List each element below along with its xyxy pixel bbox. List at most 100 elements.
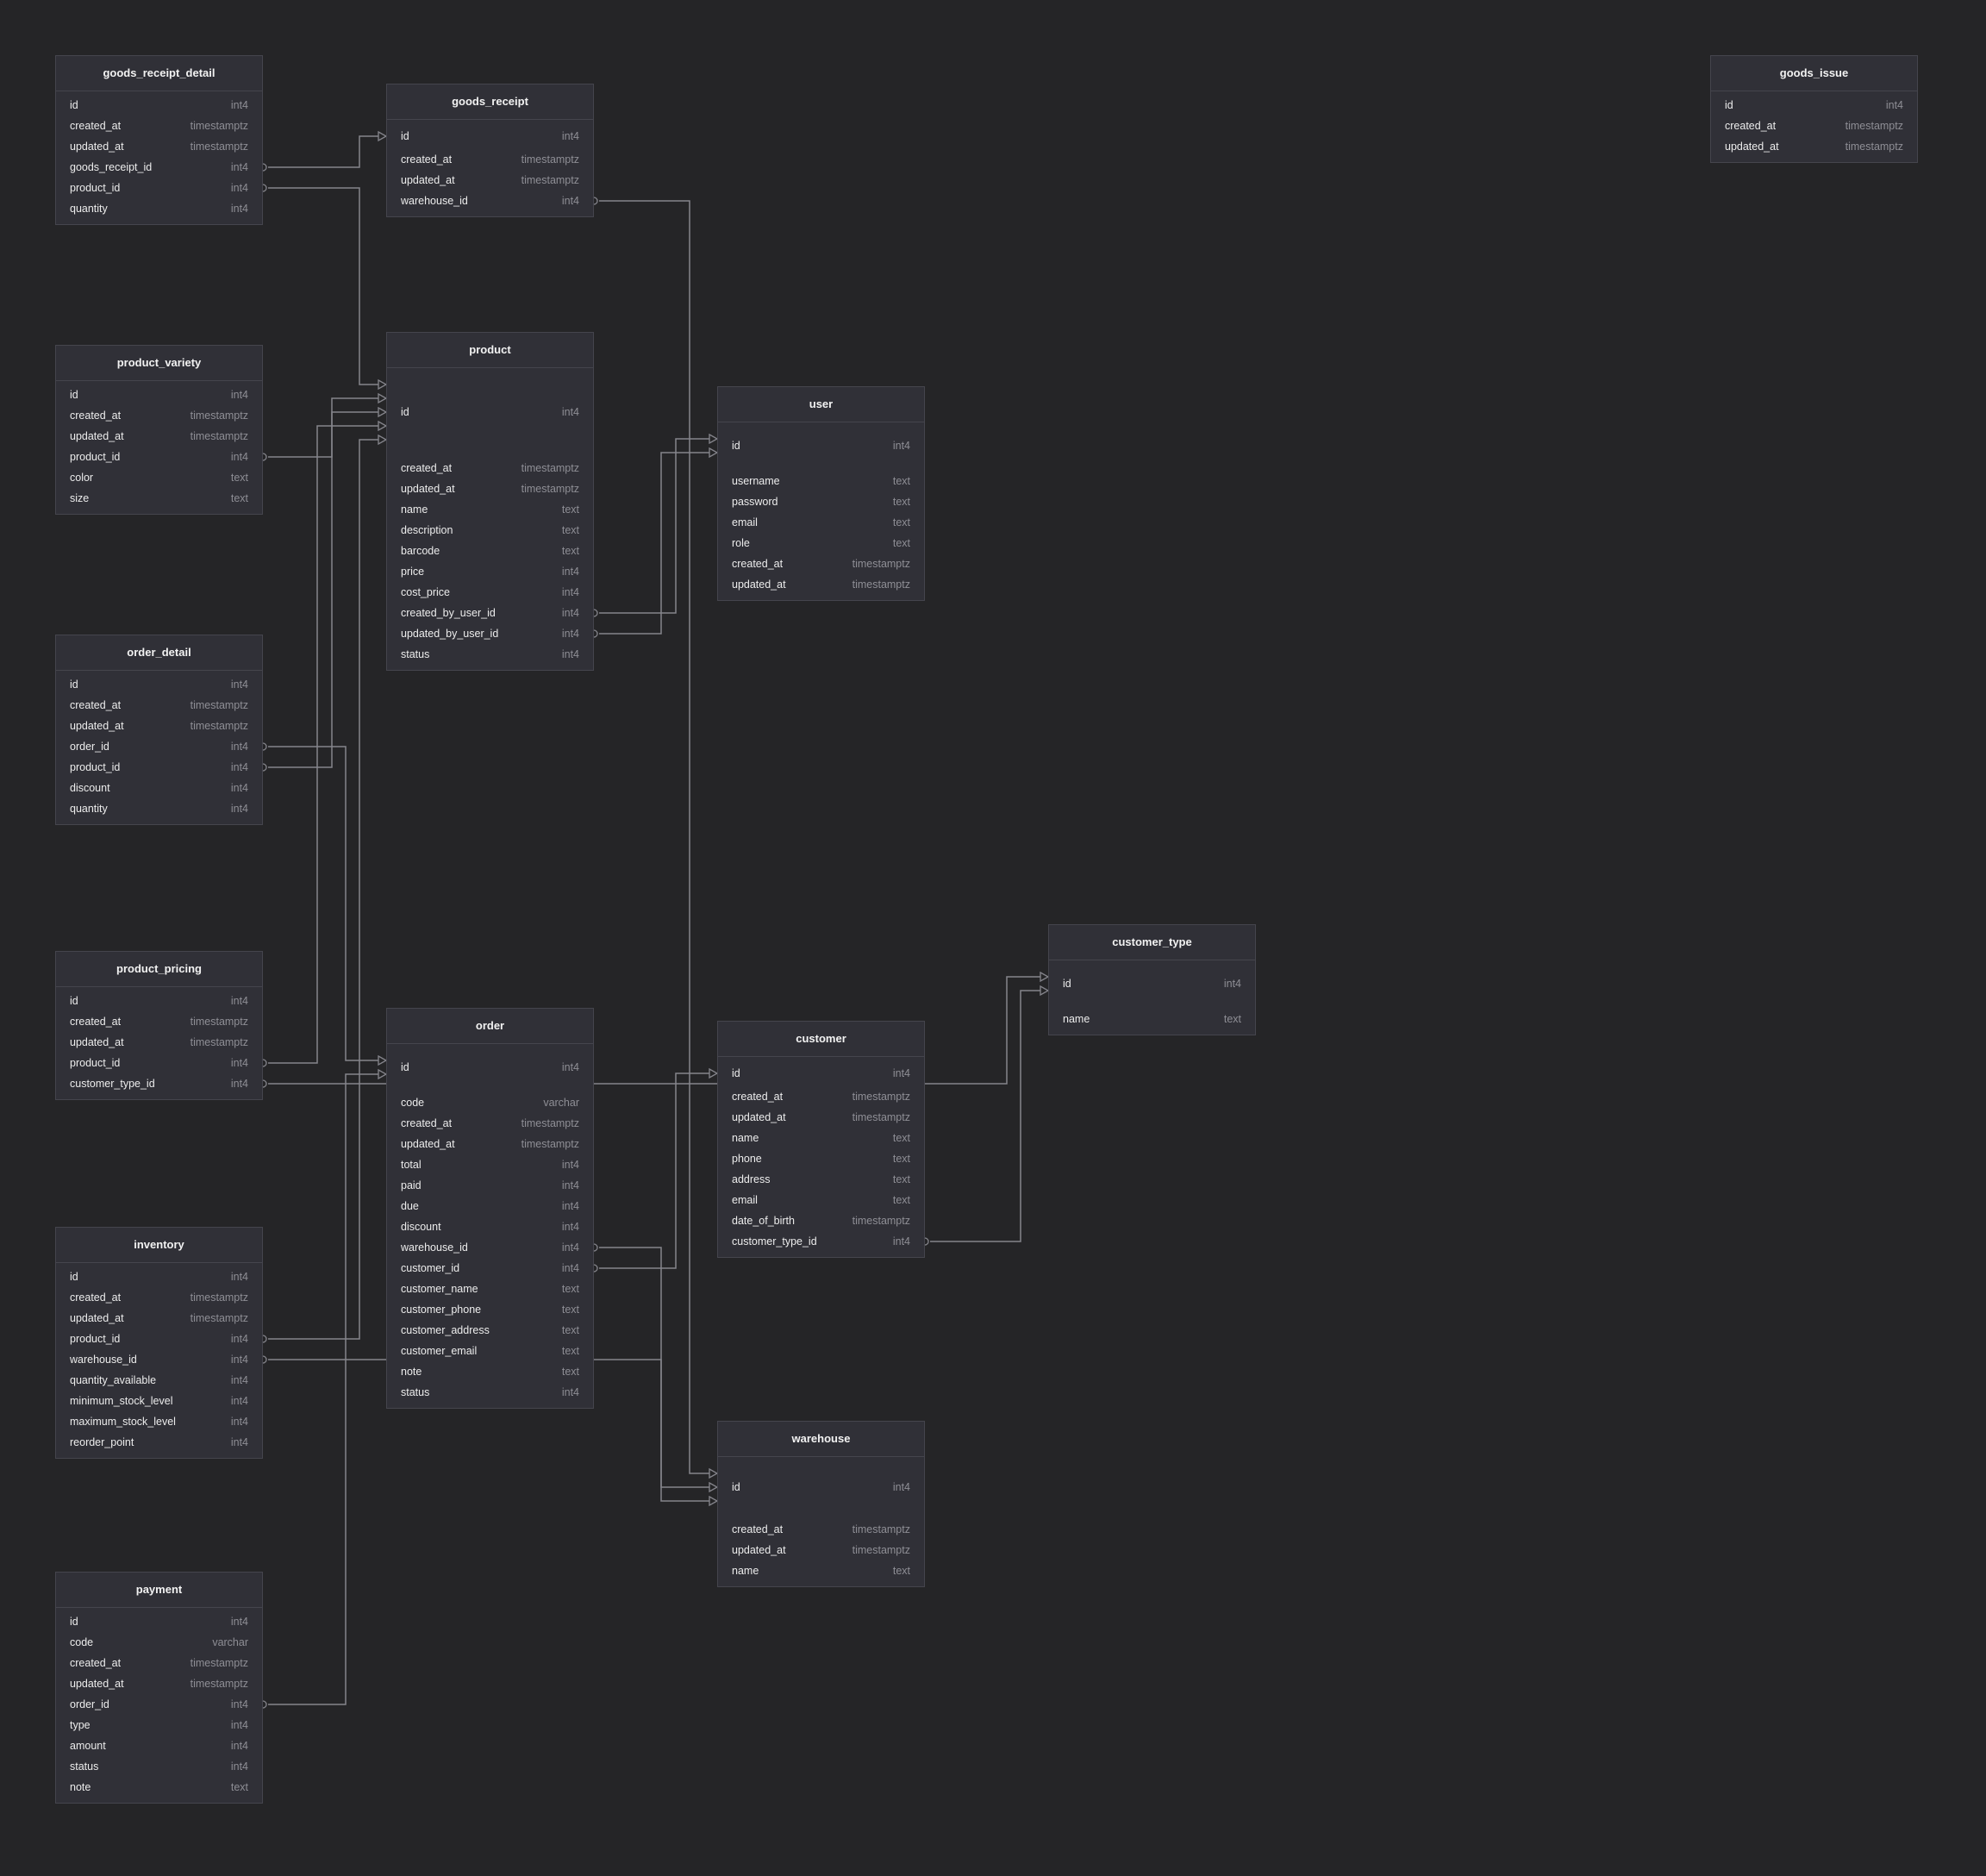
column-row[interactable]: updated_at timestamptz bbox=[56, 136, 262, 157]
column-row[interactable]: id int4 bbox=[56, 95, 262, 116]
column-row[interactable]: status int4 bbox=[56, 1756, 262, 1777]
column-row[interactable]: created_at timestamptz bbox=[387, 458, 593, 478]
column-row[interactable]: created_at timestamptz bbox=[56, 1653, 262, 1673]
column-row[interactable]: customer_email text bbox=[387, 1341, 593, 1361]
column-row[interactable]: created_at timestamptz bbox=[387, 149, 593, 170]
column-row[interactable]: discount int4 bbox=[387, 1216, 593, 1237]
table-user[interactable]: user id int4 username text password text email t… bbox=[717, 386, 925, 601]
column-row[interactable]: created_at timestamptz bbox=[718, 1519, 924, 1540]
column-row[interactable]: updated_at timestamptz bbox=[56, 1032, 262, 1053]
column-row[interactable]: id int4 bbox=[718, 1060, 924, 1086]
column-row[interactable]: reorder_point int4 bbox=[56, 1432, 262, 1453]
relation-product-created-by-user-id[interactable] bbox=[593, 433, 719, 617]
column-row[interactable]: address text bbox=[718, 1169, 924, 1190]
column-row[interactable]: customer_phone text bbox=[387, 1299, 593, 1320]
relation-goods-receipt-detail-goods-receipt-id[interactable] bbox=[262, 130, 388, 172]
column-row[interactable]: id int4 bbox=[56, 1611, 262, 1632]
column-row[interactable]: id int4 bbox=[387, 372, 593, 453]
column-row[interactable]: updated_at timestamptz bbox=[387, 1134, 593, 1154]
column-row[interactable]: id int4 bbox=[1049, 964, 1255, 1004]
column-row[interactable]: updated_by_user_id int4 bbox=[387, 623, 593, 644]
column-row[interactable]: name text bbox=[718, 1128, 924, 1148]
column-row[interactable]: amount int4 bbox=[56, 1735, 262, 1756]
column-row[interactable]: id int4 bbox=[56, 991, 262, 1011]
relation-product-variety-product-id[interactable] bbox=[262, 392, 388, 461]
column-row[interactable]: paid int4 bbox=[387, 1175, 593, 1196]
table-payment[interactable]: payment id int4 code varchar created_at timest… bbox=[55, 1572, 263, 1804]
column-row[interactable]: updated_at timestamptz bbox=[1711, 136, 1917, 157]
column-row[interactable]: id int4 bbox=[387, 123, 593, 149]
column-row[interactable]: created_at timestamptz bbox=[56, 405, 262, 426]
column-row[interactable]: name text bbox=[718, 1560, 924, 1581]
column-row[interactable]: warehouse_id int4 bbox=[387, 1237, 593, 1258]
relation-product-updated-by-user-id[interactable] bbox=[593, 447, 719, 638]
column-row[interactable]: date_of_birth timestamptz bbox=[718, 1210, 924, 1231]
table-customer[interactable]: customer id int4 created_at timestamptz updat… bbox=[717, 1021, 925, 1258]
column-row[interactable]: note text bbox=[56, 1777, 262, 1798]
table-customer-type[interactable]: customer_type id int4 name text bbox=[1048, 924, 1256, 1035]
table-product-pricing[interactable]: product_pricing id int4 created_at timestamp… bbox=[55, 951, 263, 1100]
relation-payment-order-id[interactable] bbox=[262, 1068, 388, 1709]
relation-goods-receipt-warehouse-id[interactable] bbox=[593, 197, 719, 1479]
column-row[interactable]: size text bbox=[56, 488, 262, 509]
column-row[interactable]: code varchar bbox=[387, 1092, 593, 1113]
column-row[interactable]: id int4 bbox=[56, 674, 262, 695]
column-row[interactable]: created_at timestamptz bbox=[56, 1287, 262, 1308]
column-row[interactable]: quantity int4 bbox=[56, 198, 262, 219]
column-row[interactable]: code varchar bbox=[56, 1632, 262, 1653]
column-row[interactable]: created_at timestamptz bbox=[56, 1011, 262, 1032]
column-row[interactable]: status int4 bbox=[387, 644, 593, 665]
table-order-detail[interactable]: order_detail id int4 created_at timestamptz u… bbox=[55, 635, 263, 825]
column-row[interactable]: updated_at timestamptz bbox=[56, 426, 262, 447]
column-row[interactable]: updated_at timestamptz bbox=[718, 1107, 924, 1128]
column-row[interactable]: updated_at timestamptz bbox=[56, 1673, 262, 1694]
column-row[interactable]: created_at timestamptz bbox=[1711, 116, 1917, 136]
table-warehouse[interactable]: warehouse id int4 created_at timestamptz upda… bbox=[717, 1421, 925, 1587]
column-row[interactable]: customer_id int4 bbox=[387, 1258, 593, 1279]
column-row[interactable]: product_id int4 bbox=[56, 1329, 262, 1349]
relation-product-pricing-product-id[interactable] bbox=[262, 420, 388, 1067]
column-row[interactable]: id int4 bbox=[718, 1460, 924, 1514]
column-row[interactable]: color text bbox=[56, 467, 262, 488]
relation-order-customer-id[interactable] bbox=[593, 1067, 719, 1273]
column-row[interactable]: created_by_user_id int4 bbox=[387, 603, 593, 623]
column-row[interactable]: quantity int4 bbox=[56, 798, 262, 819]
column-row[interactable]: id int4 bbox=[387, 1047, 593, 1087]
column-row[interactable]: created_at timestamptz bbox=[56, 116, 262, 136]
column-row[interactable]: email text bbox=[718, 512, 924, 533]
column-row[interactable]: name text bbox=[387, 499, 593, 520]
column-row[interactable]: password text bbox=[718, 491, 924, 512]
column-row[interactable]: quantity_available int4 bbox=[56, 1370, 262, 1391]
column-row[interactable]: discount int4 bbox=[56, 778, 262, 798]
column-row[interactable]: total int4 bbox=[387, 1154, 593, 1175]
column-row[interactable]: customer_type_id int4 bbox=[56, 1073, 262, 1094]
table-inventory[interactable]: inventory id int4 created_at timestamptz upda… bbox=[55, 1227, 263, 1459]
table-order[interactable]: order id int4 code varchar created_at timestam… bbox=[386, 1008, 594, 1409]
relation-customer-customer-type-id[interactable] bbox=[924, 985, 1050, 1246]
column-row[interactable]: updated_at timestamptz bbox=[718, 1540, 924, 1560]
column-row[interactable]: customer_name text bbox=[387, 1279, 593, 1299]
column-row[interactable]: updated_at timestamptz bbox=[56, 716, 262, 736]
column-row[interactable]: username text bbox=[718, 471, 924, 491]
column-row[interactable]: customer_type_id int4 bbox=[718, 1231, 924, 1252]
column-row[interactable]: id int4 bbox=[56, 385, 262, 405]
relation-inventory-product-id[interactable] bbox=[262, 434, 388, 1343]
relation-order-warehouse-id[interactable] bbox=[593, 1243, 719, 1507]
column-row[interactable]: phone text bbox=[718, 1148, 924, 1169]
relation-order-detail-order-id[interactable] bbox=[262, 742, 388, 1066]
column-row[interactable]: minimum_stock_level int4 bbox=[56, 1391, 262, 1411]
column-row[interactable]: warehouse_id int4 bbox=[56, 1349, 262, 1370]
column-row[interactable]: id int4 bbox=[56, 1266, 262, 1287]
column-row[interactable]: description text bbox=[387, 520, 593, 541]
column-row[interactable]: created_at timestamptz bbox=[718, 1086, 924, 1107]
column-row[interactable]: note text bbox=[387, 1361, 593, 1382]
column-row[interactable]: customer_address text bbox=[387, 1320, 593, 1341]
column-row[interactable]: email text bbox=[718, 1190, 924, 1210]
relation-goods-receipt-detail-product-id[interactable] bbox=[262, 184, 388, 391]
table-goods-receipt-detail[interactable]: goods_receipt_detail id int4 created_at time… bbox=[55, 55, 263, 225]
column-row[interactable]: warehouse_id int4 bbox=[387, 191, 593, 211]
column-row[interactable]: product_id int4 bbox=[56, 178, 262, 198]
column-row[interactable]: maximum_stock_level int4 bbox=[56, 1411, 262, 1432]
column-row[interactable]: updated_at timestamptz bbox=[718, 574, 924, 595]
column-row[interactable]: order_id int4 bbox=[56, 1694, 262, 1715]
